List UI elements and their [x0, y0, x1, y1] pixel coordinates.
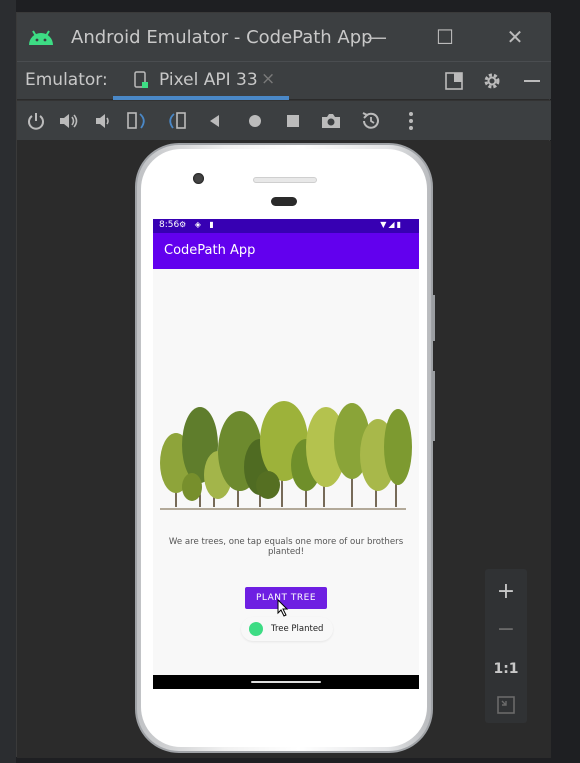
screenshot-icon[interactable]: [319, 109, 343, 133]
layout-icon[interactable]: [443, 70, 465, 92]
tab-pixel-api-33[interactable]: Pixel API 33 ×: [113, 62, 289, 100]
toast-message: Tree Planted: [241, 617, 333, 641]
phone-volume-button: [432, 371, 435, 441]
emulator-tab-bar: Emulator: Pixel API 33 ×: [17, 61, 551, 100]
emulator-toolbar: [17, 100, 551, 140]
device-screen[interactable]: 8:56 ⚙ ◈ ▮ ▼◢▮ CodePath App We are trees…: [153, 219, 419, 689]
status-bar: 8:56 ⚙ ◈ ▮ ▼◢▮: [153, 219, 419, 233]
back-icon[interactable]: [203, 109, 227, 133]
volume-up-icon[interactable]: [57, 109, 81, 133]
snapshot-icon[interactable]: [359, 109, 383, 133]
device-icon: [134, 71, 148, 88]
rotate-left-icon[interactable]: [125, 109, 149, 133]
phone-frame: 8:56 ⚙ ◈ ▮ ▼◢▮ CodePath App We are trees…: [135, 143, 435, 753]
volume-down-icon[interactable]: [91, 109, 115, 133]
trees-image: [160, 401, 412, 510]
android-app-icon: [249, 622, 263, 636]
mouse-cursor-icon: [277, 599, 289, 617]
phone-earpiece: [271, 197, 297, 206]
rotate-right-icon[interactable]: [165, 109, 189, 133]
status-time: 8:56: [159, 220, 180, 230]
zoom-controls: + − 1:1: [485, 569, 527, 723]
zoom-out-button[interactable]: −: [485, 611, 527, 647]
emulator-label: Emulator:: [25, 70, 108, 90]
window-title: Android Emulator - CodePath App: [71, 26, 373, 48]
title-bar: Android Emulator - CodePath App — ☐ ✕: [17, 13, 551, 61]
notification-icons: ⚙ ◈ ▮: [179, 220, 217, 229]
android-icon: [29, 30, 53, 45]
power-icon[interactable]: [24, 109, 48, 133]
close-button[interactable]: ✕: [501, 23, 529, 51]
navigation-bar: [153, 675, 419, 689]
phone-body: 8:56 ⚙ ◈ ▮ ▼◢▮ CodePath App We are trees…: [141, 149, 427, 747]
zoom-1-to-1-button[interactable]: 1:1: [485, 651, 527, 687]
minimize-button[interactable]: —: [363, 23, 391, 51]
home-icon[interactable]: [243, 109, 267, 133]
app-title: CodePath App: [164, 243, 256, 258]
front-camera: [193, 173, 204, 184]
fit-screen-icon[interactable]: [485, 687, 527, 723]
more-icon[interactable]: [399, 109, 423, 133]
maximize-button[interactable]: ☐: [431, 23, 459, 51]
app-bar: CodePath App: [153, 233, 419, 269]
gear-icon[interactable]: [481, 70, 503, 92]
toast-text: Tree Planted: [271, 624, 324, 634]
phone-side-button: [432, 295, 435, 341]
tab-close-icon[interactable]: ×: [261, 69, 275, 89]
overview-icon[interactable]: [281, 109, 305, 133]
caption-text: We are trees, one tap equals one more of…: [168, 537, 404, 557]
hide-icon[interactable]: [521, 70, 543, 92]
wifi-signal-battery-icon: ▼◢▮: [380, 220, 403, 229]
home-gesture-handle[interactable]: [251, 681, 321, 683]
emulator-window: Android Emulator - CodePath App — ☐ ✕ Em…: [16, 12, 551, 758]
desktop-background: [0, 0, 16, 763]
tab-label: Pixel API 33: [159, 70, 258, 90]
device-canvas: 8:56 ⚙ ◈ ▮ ▼◢▮ CodePath App We are trees…: [17, 141, 551, 758]
zoom-in-button[interactable]: +: [485, 573, 527, 609]
phone-speaker: [253, 177, 317, 183]
